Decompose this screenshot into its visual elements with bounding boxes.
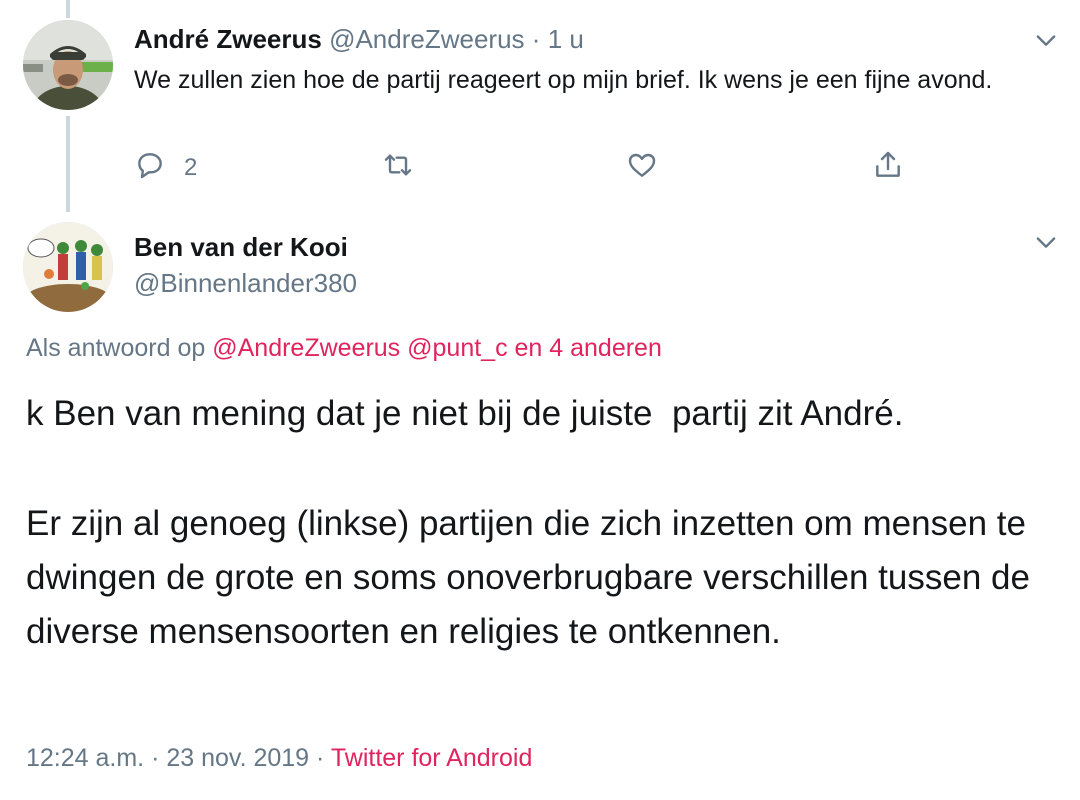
tweet1-text: We zullen zien hoe de partij reageert op… (134, 66, 993, 94)
avatar-ben-van-der-kooi[interactable] (23, 222, 113, 312)
tweet2-paragraph-2: Er zijn al genoeg (linkse) partijen die … (26, 504, 1030, 651)
reply-context: Als antwoord op @AndreZweerus @punt_c en… (26, 332, 662, 364)
tweet-time[interactable]: 1 u (548, 24, 584, 54)
reply-button[interactable]: 2 (134, 150, 197, 186)
avatar-andre-zweerus[interactable] (23, 20, 113, 110)
comment-bubble-icon (134, 149, 166, 188)
reply-prefix: Als antwoord op (26, 334, 206, 362)
tweet-source-link[interactable]: Twitter for Android (331, 744, 532, 772)
chevron-down-icon[interactable] (1032, 228, 1060, 256)
thread-connector-top (66, 0, 70, 18)
separator-dot: · (316, 744, 325, 772)
author-name[interactable]: André Zweerus (134, 24, 322, 54)
retweet-button[interactable] (382, 150, 414, 186)
author-name[interactable]: Ben van der Kooi (134, 232, 348, 262)
conversation-view: André Zweerus @AndreZweerus · 1 u We zul… (0, 0, 1080, 800)
tweet-time[interactable]: 12:24 a.m. (26, 744, 144, 772)
share-button[interactable] (872, 150, 904, 186)
separator-dot: · (151, 744, 160, 772)
retweet-icon (382, 149, 414, 188)
like-button[interactable] (626, 150, 658, 186)
reply-count: 2 (184, 154, 198, 181)
tweet1-header: André Zweerus @AndreZweerus · 1 u (134, 24, 584, 54)
tweet1-actions: 2 (0, 150, 1080, 190)
heart-icon (626, 149, 658, 188)
reply-mentions-link[interactable]: @AndreZweerus @punt_c en 4 anderen (212, 334, 662, 362)
tweet-date[interactable]: 23 nov. 2019 (166, 744, 309, 772)
author-handle[interactable]: @Binnenlander380 (134, 268, 357, 298)
tweet-meta: 12:24 a.m. · 23 nov. 2019 · Twitter for … (26, 742, 532, 774)
chevron-down-icon[interactable] (1032, 26, 1060, 54)
share-icon (872, 149, 904, 188)
separator-dot: · (531, 24, 541, 54)
tweet2-paragraph-1: k Ben van mening dat je niet bij de juis… (26, 394, 904, 433)
author-handle[interactable]: @AndreZweerus (329, 24, 524, 54)
